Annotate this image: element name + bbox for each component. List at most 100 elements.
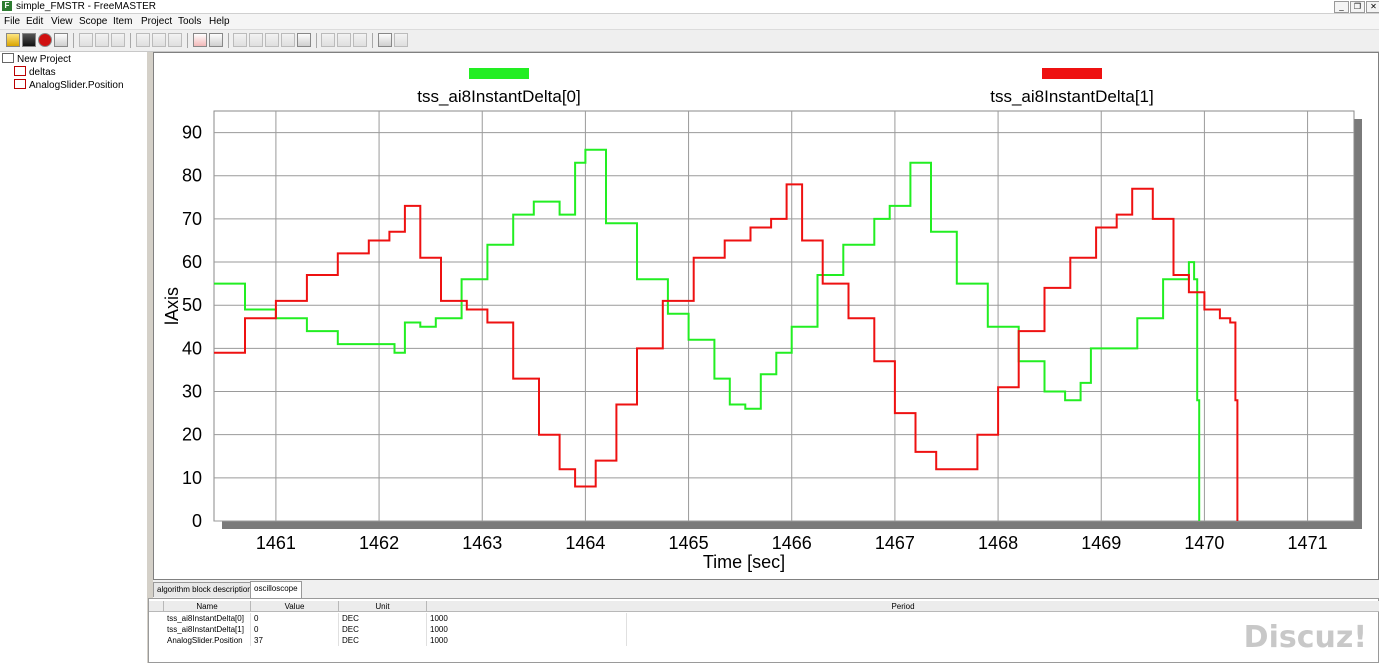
- y-tick-label: 0: [192, 511, 202, 531]
- y-tick-label: 80: [182, 166, 202, 186]
- menu-scope[interactable]: Scope: [77, 14, 109, 29]
- move-up-icon[interactable]: [337, 33, 351, 47]
- plot-area: [213, 110, 1355, 522]
- forward-arrow-icon[interactable]: [152, 33, 166, 47]
- watch-cell-name: AnalogSlider.Position: [164, 635, 251, 646]
- scope-item-icon: [14, 79, 26, 89]
- tree-item-deltas[interactable]: deltas: [14, 66, 56, 79]
- freemaster-app-icon: F: [2, 1, 12, 11]
- zoom-reset-icon[interactable]: [281, 33, 295, 47]
- x-tick-label: 1470: [1184, 533, 1224, 553]
- cut-icon[interactable]: [79, 33, 93, 47]
- watch-row[interactable]: tss_ai8InstantDelta[0] 0 DEC 1000: [149, 613, 1379, 624]
- pause-icon[interactable]: [297, 33, 311, 47]
- scope-view-icon[interactable]: [54, 33, 68, 47]
- zoom-fit-icon[interactable]: [265, 33, 279, 47]
- watch-row[interactable]: AnalogSlider.Position 37 DEC 1000: [149, 635, 1379, 646]
- properties-icon[interactable]: [378, 33, 392, 47]
- y-tick-label: 70: [182, 209, 202, 229]
- communication-icon[interactable]: [209, 33, 223, 47]
- watch-cell-period: 1000: [427, 613, 627, 624]
- project-tree: New Project deltas AnalogSlider.Position: [0, 52, 148, 663]
- legend-label-0: tss_ai8InstantDelta[0]: [417, 87, 580, 106]
- menu-project[interactable]: Project: [139, 14, 174, 29]
- tree-item-label: deltas: [29, 67, 56, 78]
- y-tick-label: 50: [182, 295, 202, 315]
- watch-cell-unit: DEC: [339, 613, 427, 624]
- menu-item[interactable]: Item: [111, 14, 134, 29]
- column-header-value[interactable]: Value: [251, 601, 339, 612]
- stop-icon[interactable]: [38, 33, 52, 47]
- menu-edit[interactable]: Edit: [24, 14, 45, 29]
- watch-cell-value: 37: [251, 635, 339, 646]
- tab-oscilloscope[interactable]: oscilloscope: [250, 581, 302, 598]
- context-help-icon[interactable]: [394, 33, 408, 47]
- x-tick-label: 1463: [462, 533, 502, 553]
- project-icon: [2, 53, 14, 63]
- x-tick-label: 1466: [772, 533, 812, 553]
- watch-cell-value: 0: [251, 613, 339, 624]
- restore-icon[interactable]: ❐: [1350, 1, 1365, 13]
- move-down-icon[interactable]: [353, 33, 367, 47]
- toolbar-separator: [73, 33, 74, 48]
- tree-item-label: AnalogSlider.Position: [29, 80, 124, 91]
- x-tick-label: 1469: [1081, 533, 1121, 553]
- x-tick-label: 1465: [669, 533, 709, 553]
- toolbar: [0, 30, 1379, 52]
- title-bar: F simple_FMSTR - FreeMASTER _ ❐ ✕: [0, 0, 1379, 14]
- paste-icon[interactable]: [111, 33, 125, 47]
- toolbar-separator: [316, 33, 317, 48]
- save-icon[interactable]: [22, 33, 36, 47]
- tab-algorithm-block-description[interactable]: algorithm block description: [153, 582, 256, 597]
- x-tick-label: 1464: [565, 533, 605, 553]
- column-header-unit[interactable]: Unit: [339, 601, 427, 612]
- tab-bar: algorithm block description oscilloscope: [153, 580, 1379, 598]
- y-tick-label: 30: [182, 382, 202, 402]
- toolbar-separator: [228, 33, 229, 48]
- scope-item-icon: [14, 66, 26, 76]
- refresh-icon[interactable]: [168, 33, 182, 47]
- watch-cell-name: tss_ai8InstantDelta[1]: [164, 624, 251, 635]
- toolbar-separator: [372, 33, 373, 48]
- watch-row[interactable]: tss_ai8InstantDelta[1] 0 DEC 1000: [149, 624, 1379, 635]
- y-tick-label: 20: [182, 425, 202, 445]
- x-tick-label: 1468: [978, 533, 1018, 553]
- watch-header-row: Name Value Unit Period: [149, 601, 1379, 612]
- tree-root-node[interactable]: New Project: [2, 53, 71, 66]
- record-icon[interactable]: [193, 33, 207, 47]
- x-tick-label: 1467: [875, 533, 915, 553]
- close-icon[interactable]: ✕: [1366, 1, 1379, 13]
- watch-cell-unit: DEC: [339, 624, 427, 635]
- toolbar-separator: [187, 33, 188, 48]
- column-header-name[interactable]: Name: [164, 601, 251, 612]
- menu-view[interactable]: View: [49, 14, 75, 29]
- y-axis-title: lAxis: [162, 287, 182, 325]
- watch-cell-value: 0: [251, 624, 339, 635]
- column-header-period[interactable]: Period: [427, 601, 1379, 612]
- x-tick-label: 1462: [359, 533, 399, 553]
- zoom-out-icon[interactable]: [249, 33, 263, 47]
- y-tick-label: 90: [182, 123, 202, 143]
- y-tick-label: 40: [182, 338, 202, 358]
- watch-cell-unit: DEC: [339, 635, 427, 646]
- open-folder-icon[interactable]: [6, 33, 20, 47]
- y-tick-label: 10: [182, 468, 202, 488]
- discuz-watermark: Discuz!: [1243, 620, 1367, 655]
- back-arrow-icon[interactable]: [136, 33, 150, 47]
- legend-swatch-1: [1042, 68, 1102, 79]
- menu-tools[interactable]: Tools: [176, 14, 203, 29]
- menu-file[interactable]: File: [2, 14, 22, 29]
- tree-item-analogslider[interactable]: AnalogSlider.Position: [14, 79, 124, 92]
- toolbar-separator: [130, 33, 131, 48]
- zoom-in-icon[interactable]: [233, 33, 247, 47]
- tree-root-label: New Project: [17, 54, 71, 65]
- grid-icon[interactable]: [321, 33, 335, 47]
- minimize-icon[interactable]: _: [1334, 1, 1349, 13]
- watch-cell-name: tss_ai8InstantDelta[0]: [164, 613, 251, 624]
- legend-label-1: tss_ai8InstantDelta[1]: [990, 87, 1153, 106]
- copy-icon[interactable]: [95, 33, 109, 47]
- oscilloscope-chart[interactable]: 1461 1462 1463 1464 1465 1466 1467 1468 1469 1470…: [154, 53, 1378, 579]
- x-tick-label: 1461: [256, 533, 296, 553]
- watch-cell-period: 1000: [427, 635, 627, 646]
- menu-help[interactable]: Help: [207, 14, 232, 29]
